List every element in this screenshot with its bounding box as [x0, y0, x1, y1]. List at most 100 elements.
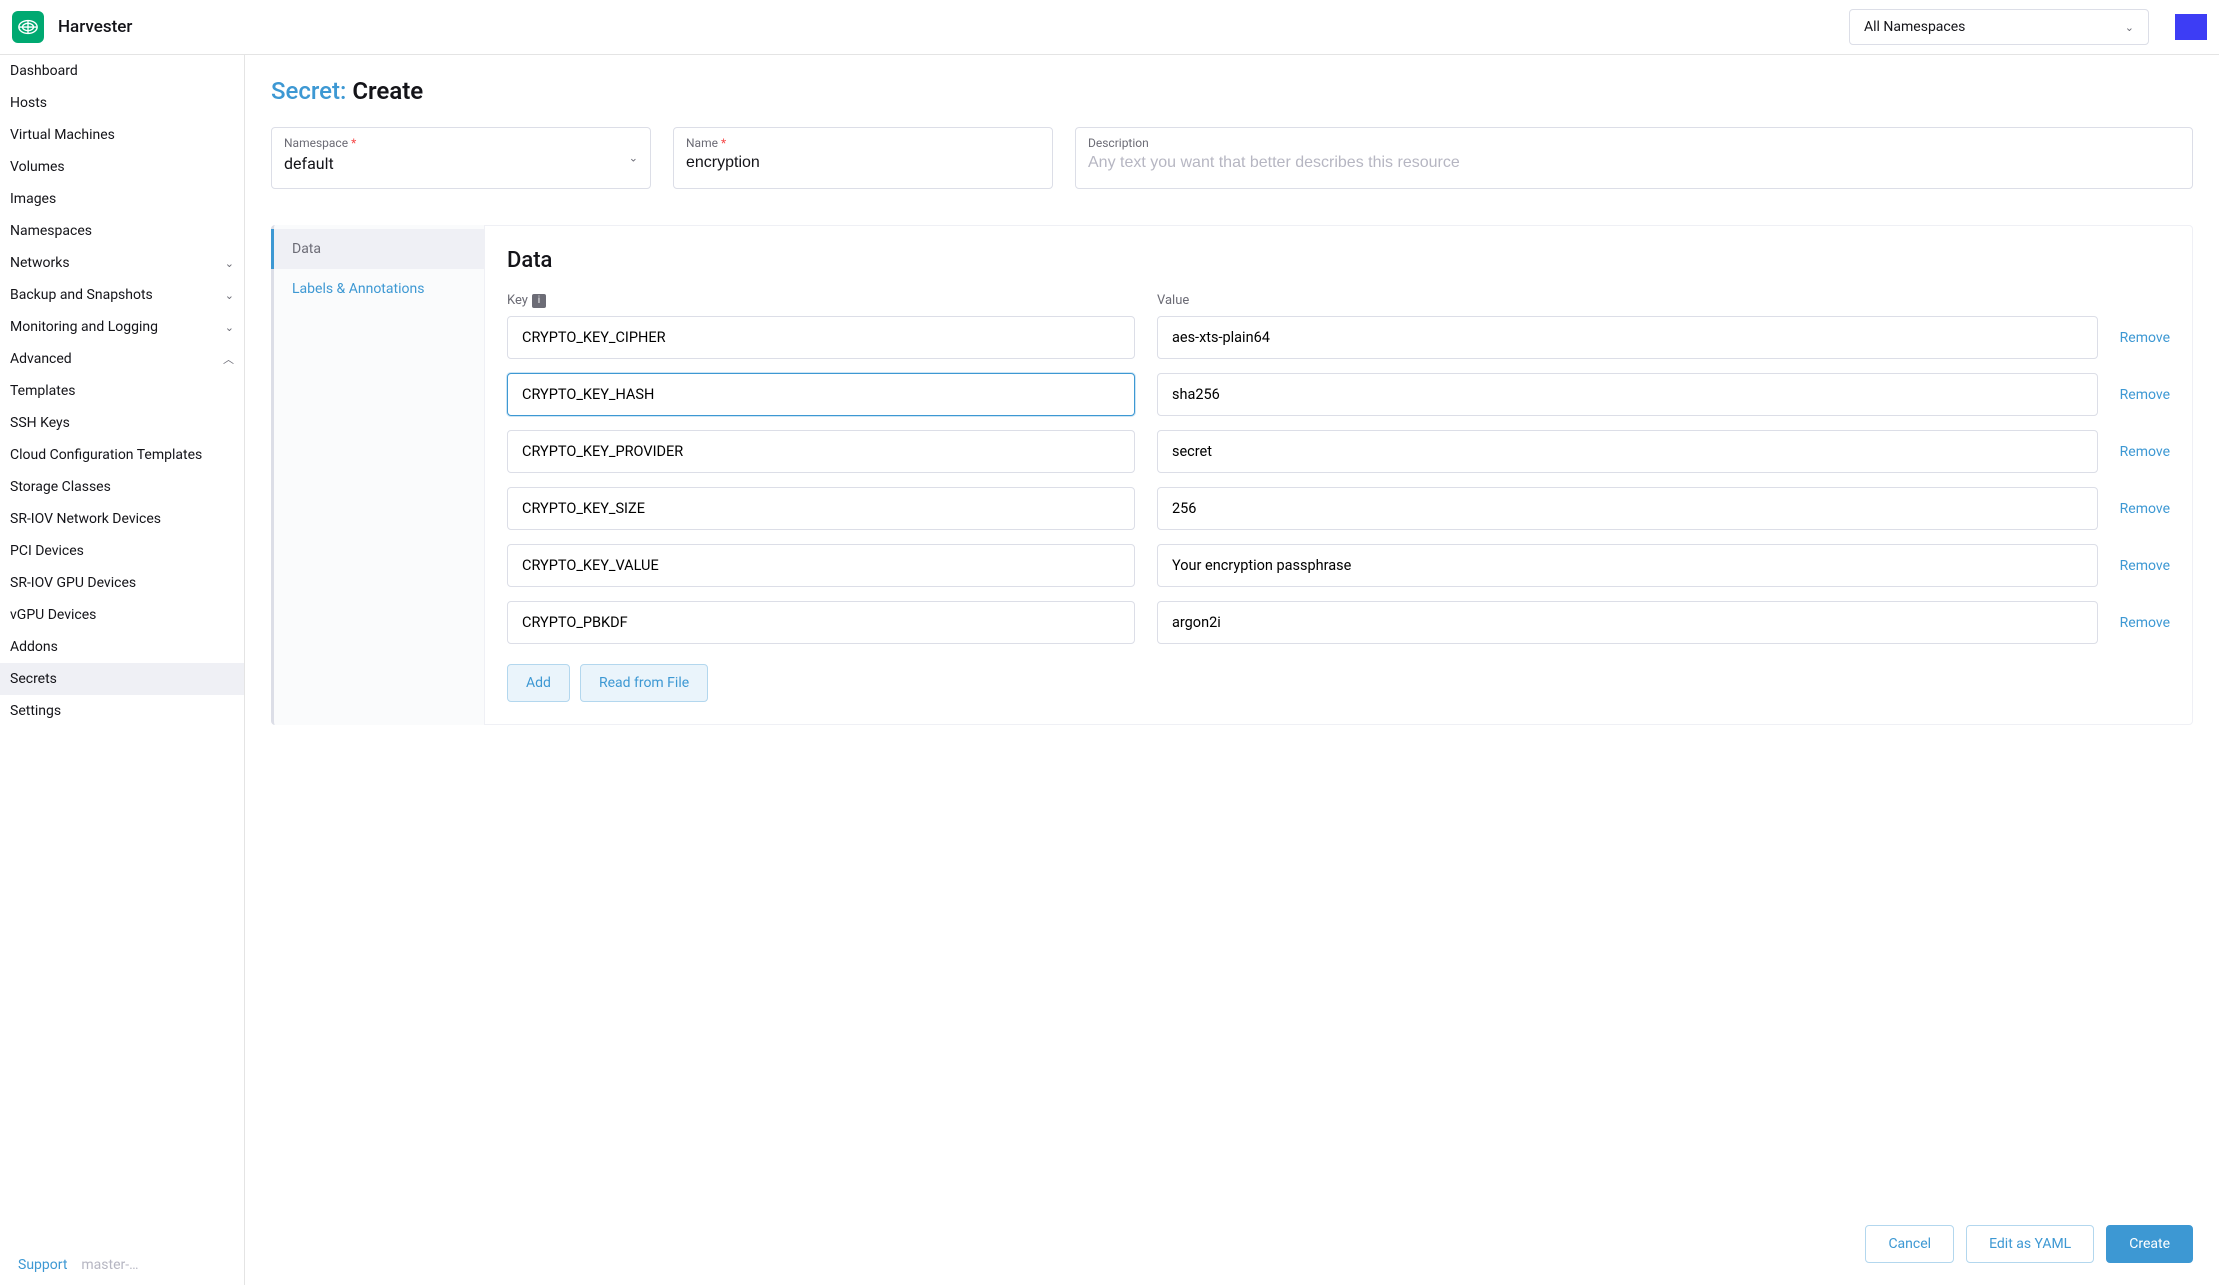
- sidebar-item-label: Monitoring and Logging: [10, 319, 158, 335]
- add-button[interactable]: Add: [507, 664, 570, 702]
- key-input[interactable]: [507, 544, 1135, 587]
- chevron-down-icon: ⌄: [2125, 21, 2134, 34]
- namespace-field[interactable]: Namespace * default ⌄: [271, 127, 651, 189]
- sidebar-item-label: Images: [10, 191, 56, 207]
- sidebar-item-label: Networks: [10, 255, 70, 271]
- sidebar-item-dashboard[interactable]: Dashboard: [0, 55, 244, 87]
- key-input[interactable]: [507, 373, 1135, 416]
- sidebar-item-label: Settings: [10, 703, 61, 719]
- sidebar-item-label: SR-IOV Network Devices: [10, 511, 161, 527]
- remove-link[interactable]: Remove: [2120, 558, 2170, 574]
- data-panel: Data Key i Value Remove Remove Remove Remov…: [484, 225, 2193, 725]
- sidebar-item-storage-classes[interactable]: Storage Classes: [0, 471, 244, 503]
- sidebar-item-settings[interactable]: Settings: [0, 695, 244, 727]
- resource-meta-row: Namespace * default ⌄ Name * Description: [271, 127, 2193, 189]
- key-column-header: Key: [507, 293, 528, 308]
- namespace-label: Namespace *: [284, 136, 638, 150]
- sidebar-item-images[interactable]: Images: [0, 183, 244, 215]
- page-title: Secret: Create: [271, 77, 2193, 105]
- key-input[interactable]: [507, 316, 1135, 359]
- sidebar-item-label: vGPU Devices: [10, 607, 96, 623]
- sidebar-item-label: Advanced: [10, 351, 72, 367]
- value-input[interactable]: [1157, 487, 2098, 530]
- value-input[interactable]: [1157, 544, 2098, 587]
- sidebar-footer: Support master-…: [0, 1244, 244, 1285]
- info-icon[interactable]: i: [532, 294, 546, 308]
- sidebar-item-ssh-keys[interactable]: SSH Keys: [0, 407, 244, 439]
- sidebar-item-label: Dashboard: [10, 63, 78, 79]
- kv-row: Remove: [507, 544, 2170, 587]
- sidebar-item-label: Virtual Machines: [10, 127, 115, 143]
- kv-header: Key i Value: [507, 293, 2170, 308]
- remove-link[interactable]: Remove: [2120, 330, 2170, 346]
- sidebar-item-label: Cloud Configuration Templates: [10, 447, 202, 463]
- sidebar-item-secrets[interactable]: Secrets: [0, 663, 244, 695]
- sidebar-item-templates[interactable]: Templates: [0, 375, 244, 407]
- sidebar-item-backup-and-snapshots[interactable]: Backup and Snapshots⌄: [0, 279, 244, 311]
- sidebar-item-virtual-machines[interactable]: Virtual Machines: [0, 119, 244, 151]
- brand-logo[interactable]: [12, 11, 44, 43]
- edit-as-yaml-button[interactable]: Edit as YAML: [1966, 1225, 2094, 1263]
- sidebar-item-label: PCI Devices: [10, 543, 84, 559]
- sidebar-item-sr-iov-network-devices[interactable]: SR-IOV Network Devices: [0, 503, 244, 535]
- key-input[interactable]: [507, 601, 1135, 644]
- topbar: Harvester All Namespaces ⌄: [0, 0, 2219, 55]
- kv-row: Remove: [507, 373, 2170, 416]
- remove-link[interactable]: Remove: [2120, 444, 2170, 460]
- name-field[interactable]: Name *: [673, 127, 1053, 189]
- value-input[interactable]: [1157, 373, 2098, 416]
- kv-row: Remove: [507, 601, 2170, 644]
- sidebar-item-pci-devices[interactable]: PCI Devices: [0, 535, 244, 567]
- name-input[interactable]: [686, 154, 1040, 172]
- namespace-selector[interactable]: All Namespaces ⌄: [1849, 9, 2149, 45]
- tab-data[interactable]: Data: [274, 229, 484, 269]
- sidebar-item-label: Volumes: [10, 159, 65, 175]
- tab-list: DataLabels & Annotations: [274, 225, 484, 725]
- kv-row: Remove: [507, 316, 2170, 359]
- sidebar-item-volumes[interactable]: Volumes: [0, 151, 244, 183]
- namespace-selector-value: All Namespaces: [1864, 19, 1965, 35]
- sidebar-item-label: Storage Classes: [10, 479, 111, 495]
- remove-link[interactable]: Remove: [2120, 501, 2170, 517]
- harvester-icon: [17, 16, 39, 38]
- value-input[interactable]: [1157, 430, 2098, 473]
- main-content: Secret: Create Namespace * default ⌄ Nam…: [245, 55, 2219, 1285]
- description-label: Description: [1088, 136, 2180, 150]
- sidebar-item-label: Namespaces: [10, 223, 92, 239]
- sidebar-item-cloud-configuration-templates[interactable]: Cloud Configuration Templates: [0, 439, 244, 471]
- description-input[interactable]: [1088, 154, 2180, 172]
- sidebar: Dashboard Hosts Virtual Machines Volumes Ima…: [0, 55, 245, 1285]
- chevron-down-icon: ⌄: [225, 257, 234, 270]
- name-label: Name *: [686, 136, 1040, 150]
- page-title-prefix: Secret:: [271, 77, 352, 105]
- key-input[interactable]: [507, 487, 1135, 530]
- sidebar-item-advanced[interactable]: Advanced︿: [0, 343, 244, 375]
- key-input[interactable]: [507, 430, 1135, 473]
- namespace-value: default: [284, 154, 638, 173]
- user-avatar[interactable]: [2175, 14, 2207, 40]
- sidebar-item-sr-iov-gpu-devices[interactable]: SR-IOV GPU Devices: [0, 567, 244, 599]
- value-input[interactable]: [1157, 316, 2098, 359]
- support-link[interactable]: Support: [18, 1257, 67, 1273]
- sidebar-item-label: SR-IOV GPU Devices: [10, 575, 136, 591]
- sidebar-item-addons[interactable]: Addons: [0, 631, 244, 663]
- sidebar-item-monitoring-and-logging[interactable]: Monitoring and Logging ⌄: [0, 311, 244, 343]
- section-title: Data: [507, 248, 2170, 273]
- remove-link[interactable]: Remove: [2120, 387, 2170, 403]
- sidebar-item-label: Hosts: [10, 95, 47, 111]
- tab-labels-annotations[interactable]: Labels & Annotations: [274, 269, 484, 309]
- sidebar-item-hosts[interactable]: Hosts: [0, 87, 244, 119]
- remove-link[interactable]: Remove: [2120, 615, 2170, 631]
- sidebar-item-vgpu-devices[interactable]: vGPU Devices: [0, 599, 244, 631]
- read-from-file-button[interactable]: Read from File: [580, 664, 708, 702]
- description-field[interactable]: Description: [1075, 127, 2193, 189]
- sidebar-item-networks[interactable]: Networks ⌄: [0, 247, 244, 279]
- chevron-down-icon: ⌄: [225, 321, 234, 334]
- value-input[interactable]: [1157, 601, 2098, 644]
- version-label: master-…: [81, 1257, 138, 1273]
- create-button[interactable]: Create: [2106, 1225, 2193, 1263]
- sidebar-item-label: SSH Keys: [10, 415, 70, 431]
- sidebar-item-label: Addons: [10, 639, 58, 655]
- cancel-button[interactable]: Cancel: [1865, 1225, 1954, 1263]
- sidebar-item-namespaces[interactable]: Namespaces: [0, 215, 244, 247]
